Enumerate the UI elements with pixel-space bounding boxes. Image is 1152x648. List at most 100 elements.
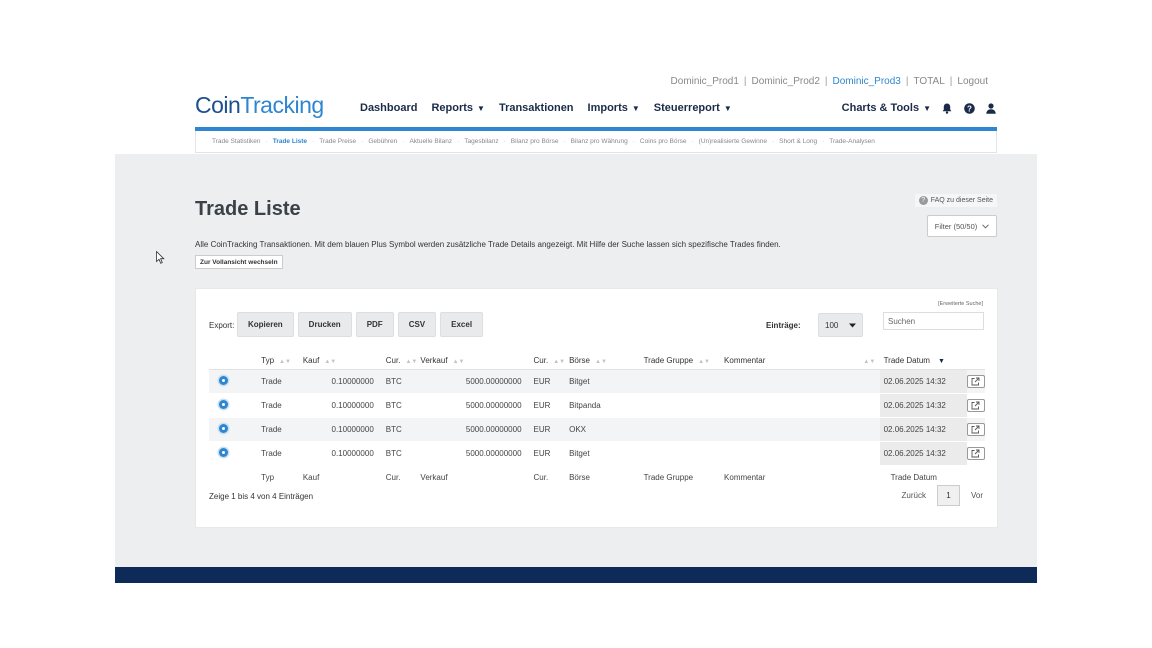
sort-icon: ▲▼ [863,359,876,366]
col-boerse[interactable]: Börse ▲▼ [565,353,640,370]
page: Dominic_Prod1 | Dominic_Prod2 | Dominic_… [0,0,1152,648]
full-view-button[interactable]: Zur Vollansicht wechseln [195,255,283,269]
cell-gruppe [639,369,721,394]
col-verkauf-label: Verkauf [420,356,448,366]
page-1-button[interactable]: 1 [936,485,960,506]
cell-verkauf: 5000.00000000 [420,441,522,466]
foot-gruppe: Trade Gruppe [639,464,721,489]
table-row: Trade 0.10000000 BTC 5000.00000000 EUR O… [209,417,985,442]
cell-cur2: EUR [521,417,566,442]
cell-typ: Trade [236,441,303,466]
subnav-trade-analysen[interactable]: Trade-Analysen [829,138,875,145]
subnav-aktuelle-bilanz[interactable]: Aktuelle Bilanz [409,138,452,145]
cell-datum: 02.06.2025 14:32 [879,441,967,466]
subnav-trade-statistiken[interactable]: Trade Statistiken [212,138,261,145]
col-kommentar[interactable]: Kommentar ▲▼ [720,353,880,370]
table-footer-row: Typ Kauf Cur. Verkauf Cur. Börse Trade G… [209,464,985,489]
caret-down-icon: ▼ [723,104,732,113]
cointracking-logo[interactable]: CoinTracking [195,92,324,119]
subnav-bilanz-pro-waehrung[interactable]: Bilanz pro Währung [571,138,628,145]
nav-dashboard[interactable]: Dashboard [360,102,417,114]
col-kauf[interactable]: Kauf ▲▼ [302,353,374,370]
subnav-short-long[interactable]: Short & Long [779,138,817,145]
account-link-prod1[interactable]: Dominic_Prod1 [671,76,739,87]
subnav-unrealisierte-gewinne[interactable]: (Un)realisierte Gewinne [699,138,767,145]
bell-icon[interactable] [941,102,953,114]
prev-page-button[interactable]: Zurück [902,491,926,500]
next-page-button[interactable]: Vor [971,491,983,500]
trades-table: Typ ▲▼ Kauf ▲▼ Cur. ▲▼ Verkauf ▲▼ Cur. ▲▼ Bör… [209,353,985,489]
entries-label: Einträge: [766,321,801,330]
faq-link[interactable]: ? FAQ zu dieser Seite [914,194,997,207]
nav-charts-tools[interactable]: Charts & Tools ▼ [842,102,931,114]
nav-steuerreport[interactable]: Steuerreport ▼ [654,102,732,114]
subnav-tagesbilanz[interactable]: Tagesbilanz [464,138,498,145]
table-header-row: Typ ▲▼ Kauf ▲▼ Cur. ▲▼ Verkauf ▲▼ Cur. ▲▼ Bör… [209,353,985,370]
nav-steuerreport-label: Steuerreport [653,102,720,114]
subnav-bilanz-pro-boerse[interactable]: Bilanz pro Börse [511,138,559,145]
cell-kommentar [720,417,880,442]
separator: | [743,76,747,87]
col-verkauf[interactable]: Verkauf ▲▼ [420,353,522,370]
foot-kauf: Kauf [302,464,374,489]
nav-imports[interactable]: Imports ▼ [588,102,640,114]
col-cur2[interactable]: Cur. ▲▼ [521,353,566,370]
col-gruppe-label: Trade Gruppe [643,356,694,366]
expand-plus-icon[interactable] [219,447,228,457]
expand-plus-icon[interactable] [219,375,228,385]
col-actions [966,353,985,370]
caret-down-icon: ▼ [923,104,931,113]
user-icon[interactable] [985,102,997,114]
nav-transaktionen[interactable]: Transaktionen [499,102,574,114]
cell-kommentar [720,441,880,466]
copy-button[interactable]: Kopieren [237,312,294,337]
excel-button[interactable]: Excel [440,312,484,337]
separator: | [949,76,953,87]
subnav-trade-preise[interactable]: Trade Preise [319,138,356,145]
cell-cur1: BTC [373,441,421,466]
sort-icon: ▲▼ [279,359,291,366]
nav-charts-tools-label: Charts & Tools [841,102,920,114]
expand-plus-icon[interactable] [219,399,228,409]
col-typ[interactable]: Typ ▲▼ [236,353,303,370]
subnav-gebuehren[interactable]: Gebühren [368,138,397,145]
col-trade-datum[interactable]: Trade Datum ▼ [879,353,967,370]
cell-cur1: BTC [373,417,421,442]
subnav-coins-pro-boerse[interactable]: Coins pro Börse [640,138,687,145]
filter-label: Filter (50/50) [934,221,978,231]
account-link-total[interactable]: TOTAL [913,76,944,87]
entries-select[interactable]: 100 [818,313,863,337]
cell-cur2: EUR [521,441,566,466]
subnav-trade-liste[interactable]: Trade Liste [273,138,307,145]
entries-value: 100 [825,320,839,330]
table-info: Zeige 1 bis 4 von 4 Einträgen [209,492,314,501]
account-link-prod3[interactable]: Dominic_Prod3 [833,76,901,87]
expand-cell [209,369,237,394]
account-link-prod2[interactable]: Dominic_Prod2 [752,76,820,87]
nav-reports[interactable]: Reports ▼ [431,102,484,114]
sort-icon: ▲▼ [553,359,566,366]
sort-icon: ▲▼ [452,359,465,366]
filter-button[interactable]: Filter (50/50) [927,215,997,237]
csv-button[interactable]: CSV [397,312,437,337]
col-cur1[interactable]: Cur. ▲▼ [373,353,421,370]
action-cell [966,369,985,394]
external-link-icon[interactable] [966,446,985,460]
cell-cur2: EUR [521,369,566,394]
logout-link[interactable]: Logout [957,76,988,87]
col-expand [209,353,237,370]
pdf-button[interactable]: PDF [355,312,394,337]
search-input[interactable] [883,312,984,330]
external-link-icon[interactable] [966,398,985,412]
external-link-icon[interactable] [966,374,985,388]
footer-band [115,567,1037,583]
help-icon[interactable]: ? [963,102,975,114]
print-button[interactable]: Drucken [297,312,352,337]
expand-plus-icon[interactable] [219,423,228,433]
col-trade-gruppe[interactable]: Trade Gruppe ▲▼ [639,353,721,370]
dot-separator: · [312,138,315,145]
extended-search-link[interactable]: [Erweiterte Suche] [938,301,983,307]
account-switcher: Dominic_Prod1 | Dominic_Prod2 | Dominic_… [671,76,988,87]
external-link-icon[interactable] [966,422,985,436]
sort-icon: ▲▼ [405,359,418,366]
